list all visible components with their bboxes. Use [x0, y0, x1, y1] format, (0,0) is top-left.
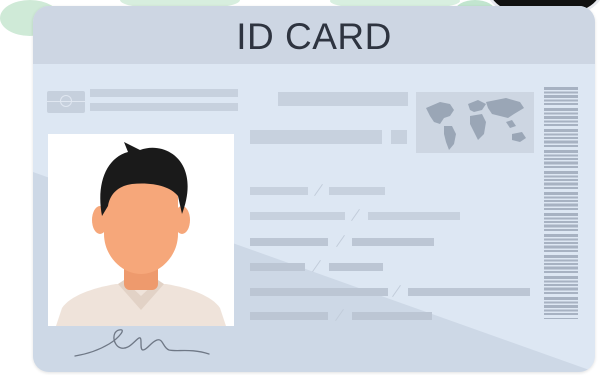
barcode-line — [544, 145, 578, 147]
barcode-line — [544, 200, 578, 202]
placeholder-bar — [250, 212, 345, 220]
barcode-line — [544, 313, 578, 315]
placeholder-bar — [278, 92, 408, 106]
placeholder-bar — [250, 312, 328, 320]
barcode-line — [544, 161, 578, 165]
world-map-graphic — [426, 98, 526, 150]
barcode-line — [544, 166, 578, 168]
id-card: ID CARD — [33, 6, 595, 372]
barcode-line — [544, 284, 578, 286]
person-avatar-icon — [56, 142, 226, 326]
barcode-line — [544, 175, 578, 178]
barcode-line — [544, 196, 578, 199]
barcode-line — [544, 266, 578, 270]
placeholder-bar — [90, 89, 238, 97]
card-title: ID CARD — [236, 16, 392, 57]
barcode-line — [544, 150, 578, 153]
barcode-line — [544, 255, 578, 258]
barcode-line — [544, 129, 578, 132]
barcode-line — [544, 263, 578, 265]
barcode-line — [544, 213, 578, 216]
barcode-line — [544, 221, 578, 223]
barcode-line — [544, 87, 578, 90]
placeholder-bar — [250, 187, 308, 195]
barcode-line — [544, 182, 578, 186]
barcode-line — [544, 305, 578, 308]
placeholder-bar — [352, 312, 432, 320]
barcode-line — [544, 171, 578, 174]
placeholder-bar — [250, 130, 382, 144]
barcode-line — [544, 108, 578, 111]
barcode-line — [544, 259, 578, 262]
barcode-line — [544, 91, 578, 94]
barcode-line — [544, 309, 578, 312]
barcode-icon — [544, 87, 578, 319]
barcode-line — [544, 292, 578, 294]
barcode-line — [544, 154, 578, 157]
world-map-icon — [416, 92, 534, 153]
barcode-line — [544, 250, 578, 252]
barcode-line — [544, 120, 578, 123]
barcode-line — [544, 280, 578, 283]
placeholder-bar — [391, 130, 407, 144]
barcode-line — [544, 276, 578, 279]
barcode-line — [544, 187, 578, 189]
barcode-line — [544, 234, 578, 237]
card-header: ID CARD — [33, 6, 595, 64]
placeholder-bar — [352, 238, 434, 246]
barcode-line — [544, 99, 578, 102]
barcode-line — [544, 192, 578, 195]
barcode-line — [544, 287, 578, 291]
barcode-line — [544, 95, 578, 98]
barcode-line — [544, 245, 578, 249]
placeholder-bar — [329, 263, 383, 271]
barcode-line — [544, 224, 578, 228]
barcode-line — [544, 318, 578, 319]
barcode-line — [544, 112, 578, 115]
barcode-line — [544, 242, 578, 244]
id-photo — [48, 134, 234, 326]
barcode-line — [544, 238, 578, 241]
barcode-line — [544, 133, 578, 136]
placeholder-bar — [250, 238, 328, 246]
barcode-line — [544, 103, 578, 105]
barcode-line — [544, 229, 578, 231]
barcode-line — [544, 297, 578, 300]
placeholder-bar — [90, 103, 238, 111]
barcode-line — [544, 137, 578, 139]
barcode-line — [544, 140, 578, 144]
barcode-line — [544, 301, 578, 304]
barcode-line — [544, 203, 578, 207]
barcode-line — [544, 217, 578, 220]
barcode-line — [544, 116, 578, 119]
placeholder-bar — [408, 288, 530, 296]
barcode-line — [544, 208, 578, 210]
placeholder-bar — [329, 187, 385, 195]
placeholder-bar — [250, 288, 388, 296]
chip-icon — [47, 91, 85, 113]
barcode-line — [544, 124, 578, 126]
placeholder-bar — [250, 263, 305, 271]
signature-icon — [74, 329, 210, 357]
barcode-line — [544, 158, 578, 160]
placeholder-bar — [368, 212, 460, 220]
barcode-line — [544, 271, 578, 273]
barcode-line — [544, 179, 578, 181]
chip-circle — [60, 95, 72, 107]
